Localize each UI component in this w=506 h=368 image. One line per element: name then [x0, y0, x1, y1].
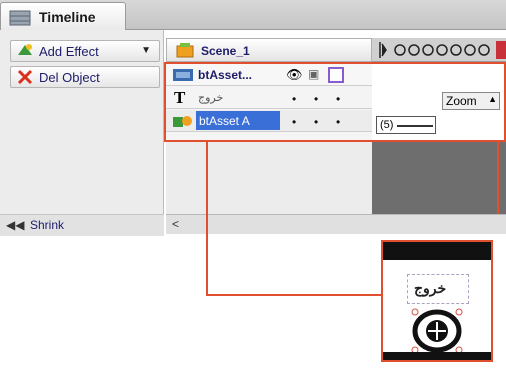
- add-effect-icon: [16, 43, 34, 59]
- preview-top-bar: [383, 242, 491, 260]
- layer-empty-area: [166, 140, 372, 214]
- preview-panel: خروج: [381, 240, 493, 362]
- horizontal-scrollbar[interactable]: <: [166, 214, 506, 234]
- button-symbol[interactable]: [411, 308, 463, 354]
- connector-line: [206, 294, 383, 296]
- scene-header[interactable]: Scene_1: [166, 38, 372, 62]
- timeline-icon: [9, 9, 31, 27]
- preview-bottom-bar: [383, 352, 491, 360]
- tab-timeline[interactable]: Timeline: [0, 2, 126, 30]
- rewind-icon: ◀◀: [6, 218, 25, 232]
- add-effect-button[interactable]: Add Effect ▼: [10, 40, 160, 62]
- chevron-down-icon: ▼: [141, 45, 151, 56]
- connector-line: [206, 141, 208, 296]
- tab-label: Timeline: [39, 9, 96, 25]
- delete-icon: [16, 69, 34, 85]
- timeline-ruler[interactable]: [372, 38, 506, 62]
- connector-line: [497, 140, 499, 214]
- shrink-button[interactable]: ◀◀ Shrink: [0, 214, 164, 236]
- highlight-frame: [164, 62, 506, 142]
- del-object-button[interactable]: Del Object: [10, 66, 160, 88]
- timeline-empty-area: [372, 140, 506, 214]
- scene-icon: [175, 42, 195, 58]
- text-frame: خروج: [407, 274, 469, 304]
